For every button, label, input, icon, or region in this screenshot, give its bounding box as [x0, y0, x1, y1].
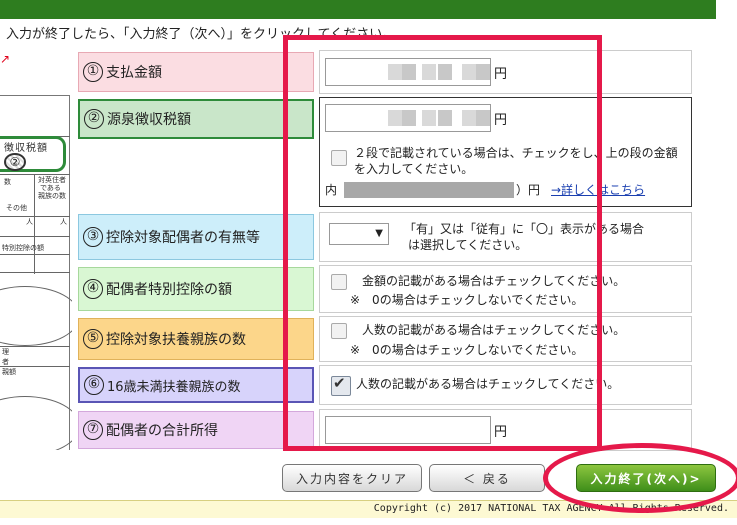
annotation-highlight-rect — [283, 35, 602, 451]
back-button[interactable]: ＜ 戻る — [429, 464, 545, 492]
label-payment-amount: ① 支払金額 — [78, 52, 314, 92]
annotation-highlight-ellipse — [543, 443, 737, 513]
label-spouse-special-deduction: ④ 配偶者特別控除の額 — [78, 267, 314, 311]
label-spouse-status: ③ 控除対象配偶者の有無等 — [78, 214, 314, 260]
highlighted-field-box: 徴収税額 ② — [0, 136, 66, 172]
label-spouse-total-income: ⑦ 配偶者の合計所得 — [78, 411, 314, 449]
label-withholding-tax: ② 源泉徴収税額 — [78, 99, 314, 139]
clear-button[interactable]: 入力内容をクリア — [282, 464, 422, 492]
form-thumbnail: ↗ 数 対英住者 である 親族の数 その他 人 人 特別控除の額 理 者 親額 … — [0, 40, 72, 450]
header-bar — [0, 0, 716, 19]
red-arrow-icon: ↗ — [0, 52, 11, 66]
label-dependents: ⑤ 控除対象扶養親族の数 — [78, 318, 314, 360]
label-under16-dependents: ⑥ 16歳未満扶養親族の数 — [78, 367, 314, 403]
